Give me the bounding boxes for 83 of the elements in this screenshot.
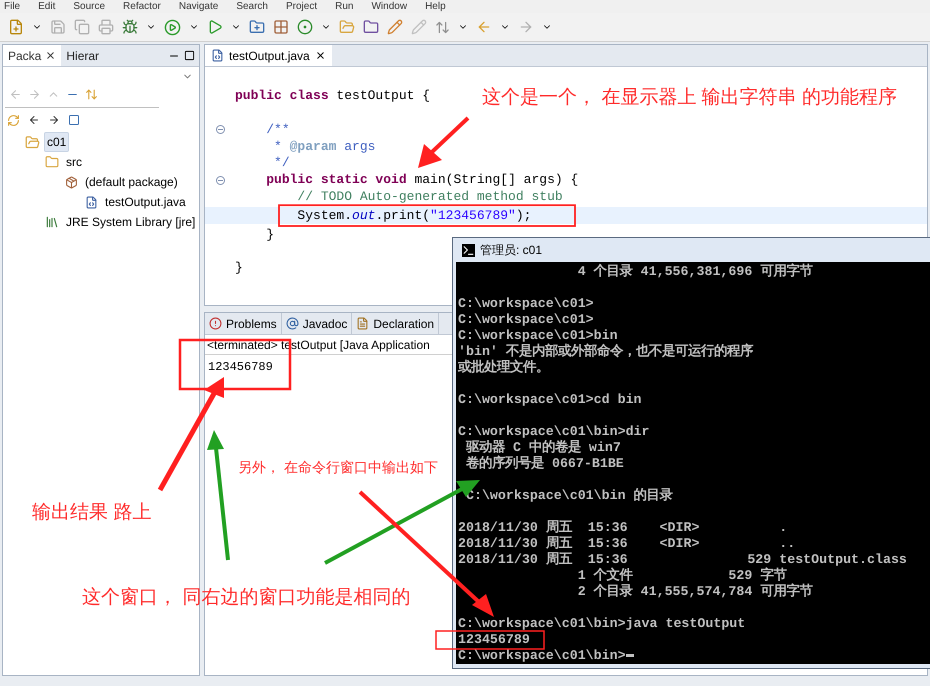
code-line: * @param args	[274, 140, 376, 154]
annotation-text: 这个是一个， 在显示器上 输出字符串 的功能程序	[482, 86, 898, 110]
menu-item[interactable]: Run	[335, 2, 354, 12]
console-line: C:\workspace\c01\bin 的目录	[464, 489, 673, 503]
console-window-icon	[462, 244, 475, 256]
console-line: 2018/11/30 周五 15:36 529 testOutput.class	[458, 553, 907, 567]
tree-item[interactable]: testOutput.java	[102, 192, 189, 212]
view-tab[interactable]: Hierar	[61, 45, 104, 66]
code-line: */	[274, 156, 290, 170]
at-sign-icon	[286, 317, 299, 330]
view-tab[interactable]: Packa	[3, 45, 62, 66]
run-icon[interactable]	[164, 18, 181, 36]
view-tab[interactable]: Declaration	[352, 313, 440, 334]
console-line: 或批处理文件。	[458, 361, 549, 375]
code-line: // TODO Auto-generated method stub	[297, 190, 563, 204]
fold-icon[interactable]	[216, 125, 224, 134]
console-line: 'bin' 不是内部或外部命令，也不是可运行的程序	[458, 345, 753, 359]
folder-icon[interactable]	[363, 19, 379, 35]
editor-tab[interactable]: testOutput.java	[205, 45, 332, 66]
console-line: C:\workspace\c01\bin>java testOutput	[458, 617, 746, 631]
tree-item[interactable]: JRE System Library [jre]	[63, 212, 198, 232]
source-folder-icon	[45, 155, 59, 169]
console-line: 2018/11/30 周五 15:36 <DIR> .	[458, 521, 788, 535]
code-line: /**	[266, 122, 290, 137]
code-line: public static void main(String[] args) {	[266, 173, 578, 188]
menu-item[interactable]: Edit	[38, 2, 56, 12]
code-line: }	[266, 228, 274, 242]
problems-icon	[209, 317, 222, 330]
menu-item[interactable]: Refactor	[123, 2, 161, 12]
menu-item[interactable]: Project	[286, 2, 318, 12]
console-line: 1 个文件 529 字节	[576, 569, 786, 583]
console-line: C:\workspace\c01>	[458, 313, 594, 327]
maximize-icon[interactable]	[184, 50, 195, 61]
code-line: System.out.print("123456789");	[297, 208, 532, 223]
console-line: C:\workspace\c01\bin>dir	[458, 425, 650, 439]
console-line: 4 个目录 41,556,381,696 可用字节	[576, 265, 812, 279]
console-line: 卷的序列号是 0667-B1BE	[464, 457, 624, 471]
project-folder-icon	[25, 134, 40, 150]
console-line: 驱动器 C 中的卷是 win7	[464, 441, 621, 455]
console-line: 2 个目录 41,555,574,784 可用字节	[576, 585, 812, 599]
console-line: 123456789	[458, 633, 530, 647]
pencil-icon[interactable]	[387, 19, 403, 35]
annotation-text: 另外， 在命令行窗口中输出如下	[238, 458, 439, 477]
arrow	[418, 116, 470, 168]
frame-icon[interactable]	[68, 114, 80, 126]
fold-icon[interactable]	[216, 176, 224, 185]
console-line: 2018/11/30 周五 15:36 <DIR> ..	[458, 537, 796, 551]
java-file-icon	[85, 196, 98, 208]
declaration-icon	[356, 317, 370, 330]
new-folder-icon[interactable]	[249, 19, 265, 35]
close-icon[interactable]	[45, 50, 56, 61]
close-icon[interactable]	[314, 50, 326, 61]
window-title: 管理员: c01	[480, 242, 542, 259]
tree-item[interactable]: (default package)	[82, 172, 181, 192]
console-line: C:\workspace\c01>cd bin	[458, 393, 642, 407]
annotation-text: 输出结果 路上	[32, 501, 152, 525]
view-tab[interactable]: Problems	[205, 313, 282, 334]
forward-icon[interactable]	[48, 114, 60, 126]
menu-item[interactable]: Navigate	[178, 2, 218, 12]
back-icon[interactable]	[28, 114, 40, 126]
console-line: C:\workspace\c01\bin>	[458, 649, 626, 663]
console-line: C:\workspace\c01>bin	[458, 329, 618, 343]
menu-item[interactable]: Source	[73, 2, 106, 12]
code-line: public class testOutput {	[235, 89, 430, 104]
console-output: 123456789	[208, 359, 273, 376]
console-line: C:\workspace\c01>	[458, 297, 594, 311]
tree-item[interactable]: src	[63, 152, 85, 172]
package-icon	[65, 176, 78, 188]
bug-icon[interactable]	[122, 19, 138, 35]
annotation-text: 这个窗口， 同右边的窗口功能是相同的	[82, 586, 412, 610]
circle-icon[interactable]	[297, 19, 313, 35]
code-line: }	[235, 261, 243, 276]
menu-item[interactable]: Help	[425, 2, 446, 12]
new-file-icon[interactable]	[8, 19, 24, 35]
refresh-icon[interactable]	[7, 114, 20, 126]
java-file-icon	[211, 49, 224, 62]
tree-item[interactable]: c01	[44, 132, 70, 152]
grid-icon[interactable]	[273, 19, 289, 35]
menu-item[interactable]: Search	[236, 2, 268, 12]
menu-item[interactable]: File	[4, 2, 20, 12]
menu-item[interactable]: Window	[371, 2, 408, 12]
view-tab[interactable]: Javadoc	[282, 313, 352, 334]
library-icon	[45, 215, 59, 229]
